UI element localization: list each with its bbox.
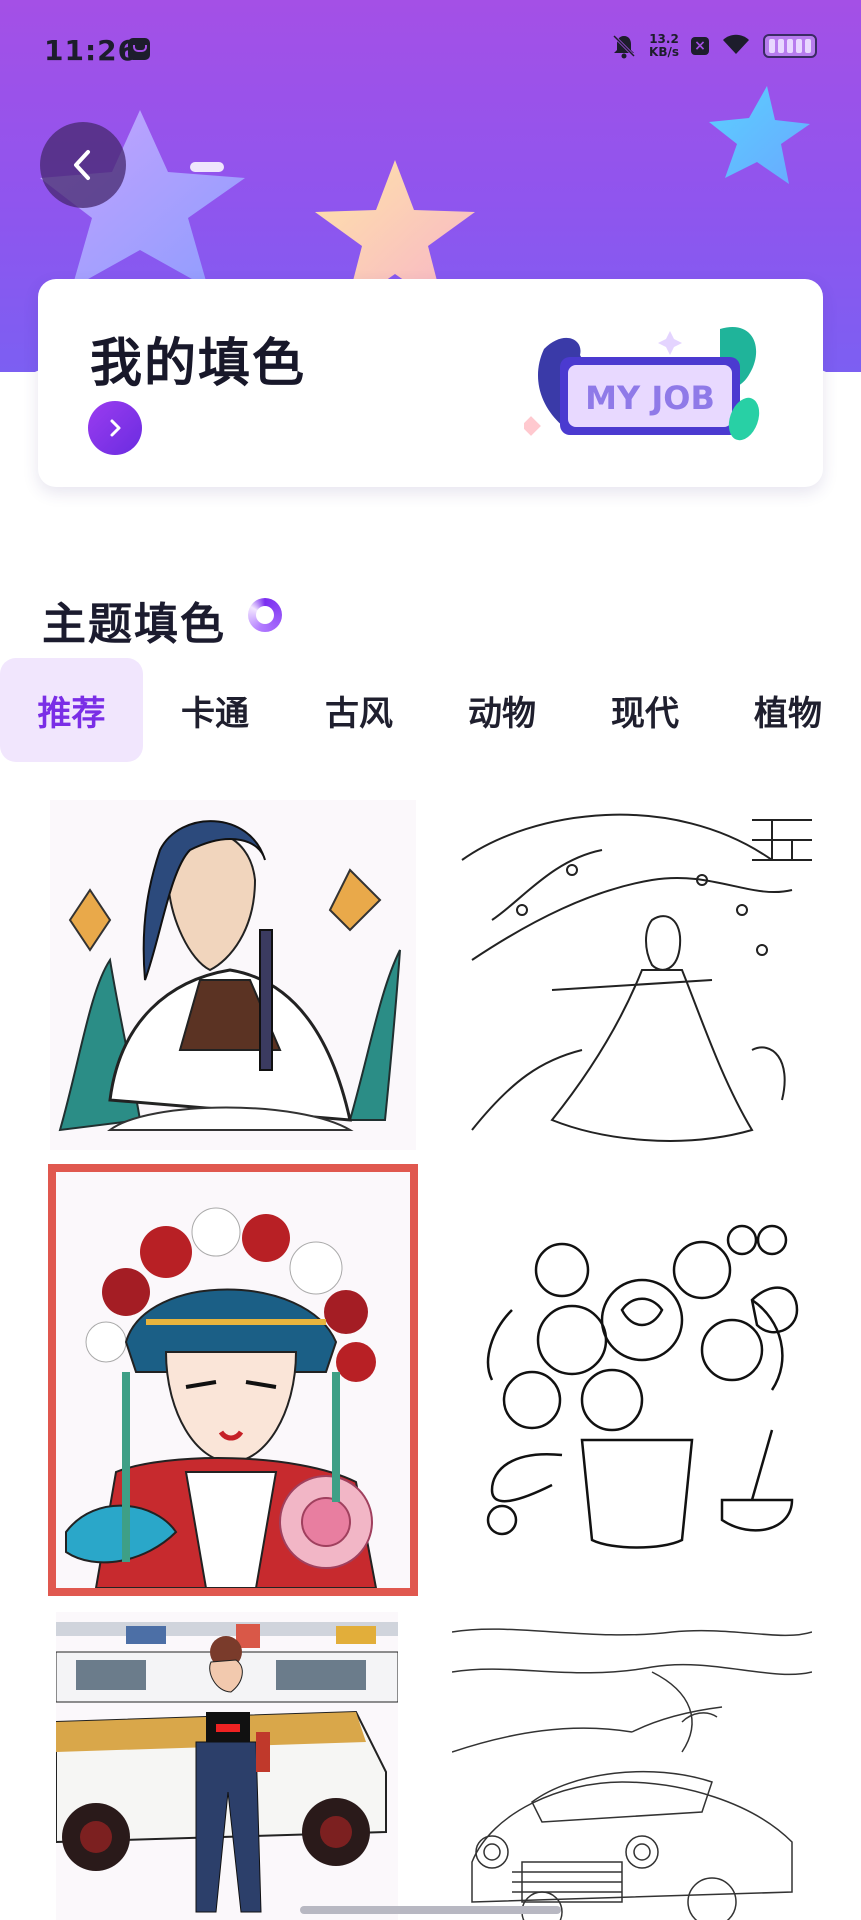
tab-modern[interactable]: 现代 bbox=[590, 658, 700, 762]
status-icons: 13.2 KB/s × bbox=[611, 32, 817, 60]
category-tabs: 推荐 卡通 古风 动物 现代 植物 bbox=[0, 658, 861, 762]
my-job-badge-text: MY JOB bbox=[585, 379, 715, 417]
bell-muted-icon bbox=[611, 33, 637, 59]
artwork-thumbnail bbox=[452, 800, 812, 1170]
back-button[interactable] bbox=[40, 122, 126, 208]
artwork-thumbnail bbox=[452, 1612, 812, 1920]
artwork-thumbnail bbox=[56, 1612, 398, 1920]
gallery-item-opera-lady[interactable] bbox=[56, 1172, 410, 1588]
network-speed: 13.2 KB/s bbox=[649, 33, 679, 59]
gallery-item-street-girl[interactable] bbox=[56, 1612, 398, 1920]
tab-cartoon[interactable]: 卡通 bbox=[160, 658, 270, 762]
status-time: 11:26 bbox=[44, 34, 139, 67]
gallery-item-rose-bouquet[interactable] bbox=[452, 1200, 812, 1572]
close-notification-icon: × bbox=[691, 37, 709, 55]
wifi-icon bbox=[721, 32, 751, 60]
chevron-right-icon bbox=[110, 419, 121, 437]
home-indicator[interactable] bbox=[300, 1906, 561, 1914]
message-notification-icon bbox=[128, 38, 150, 60]
chevron-left-icon bbox=[74, 150, 90, 180]
tab-recommended[interactable]: 推荐 bbox=[0, 658, 143, 762]
network-speed-unit: KB/s bbox=[649, 45, 679, 59]
gallery-item-vintage-car[interactable] bbox=[452, 1612, 812, 1920]
network-speed-value: 13.2 bbox=[649, 32, 679, 46]
my-coloring-arrow-button[interactable] bbox=[88, 401, 142, 455]
my-coloring-title: 我的填色 bbox=[90, 334, 307, 394]
my-coloring-card[interactable]: 我的填色 MY JOB bbox=[38, 279, 823, 487]
artwork-thumbnail bbox=[56, 1172, 410, 1588]
status-bar: 11:26 13.2 KB/s × bbox=[0, 0, 861, 100]
gallery-item-flute-player[interactable] bbox=[452, 800, 812, 1170]
artwork-thumbnail bbox=[452, 1200, 812, 1572]
battery-icon bbox=[763, 34, 817, 58]
theme-coloring-title: 主题填色 bbox=[42, 599, 226, 650]
my-job-badge-icon: MY JOB bbox=[524, 327, 760, 441]
loading-ring-icon bbox=[248, 598, 282, 632]
artwork-thumbnail bbox=[50, 800, 416, 1150]
tab-ancient-style[interactable]: 古风 bbox=[304, 658, 414, 762]
tab-plants[interactable]: 植物 bbox=[733, 658, 843, 762]
gallery-item-warrior[interactable] bbox=[50, 800, 416, 1150]
star-decoration-icon bbox=[709, 86, 810, 184]
tab-animals[interactable]: 动物 bbox=[447, 658, 557, 762]
